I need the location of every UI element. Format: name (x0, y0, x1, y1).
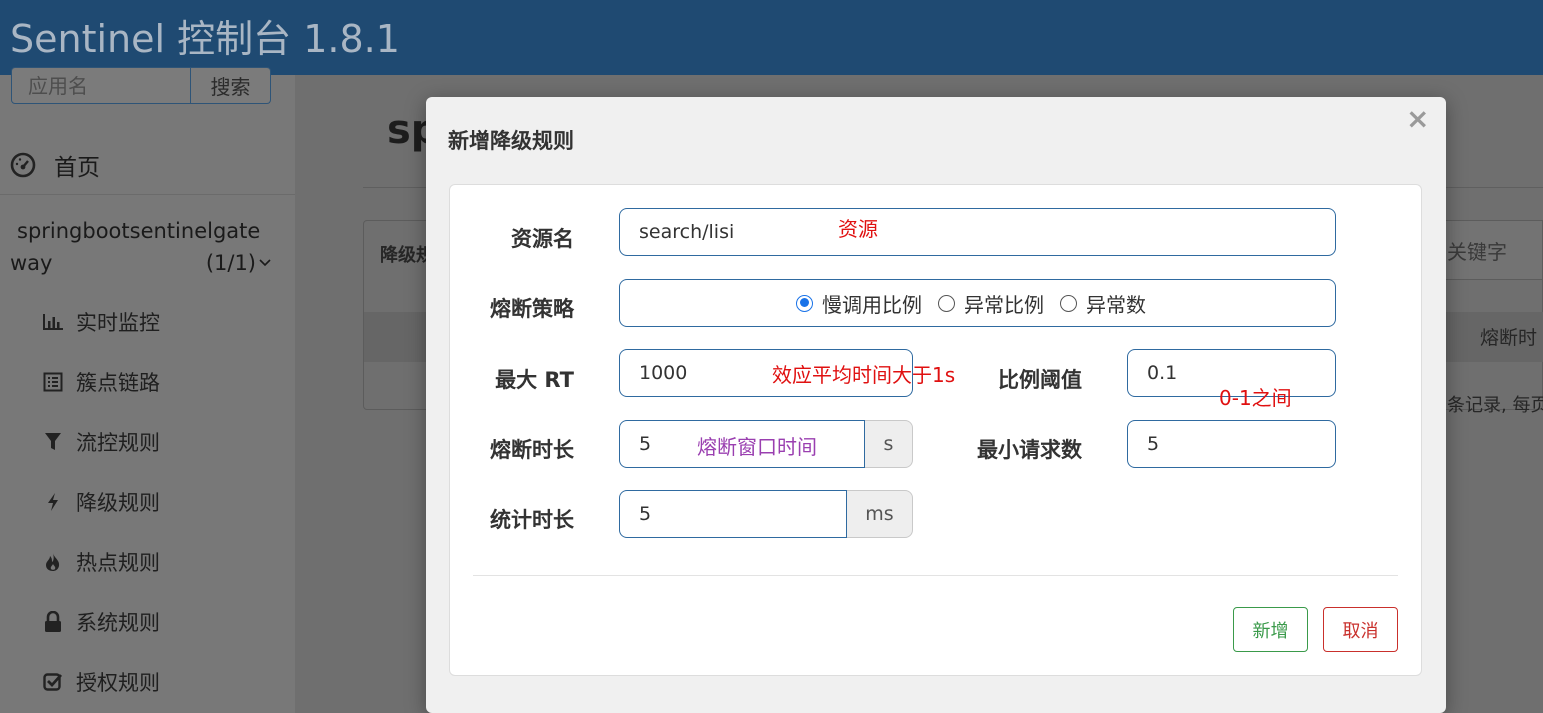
dialog-form: 资源名 search/lisi 资源 熔断策略 慢调用比例 异常比例 异常数 最… (449, 184, 1422, 676)
cancel-button[interactable]: 取消 (1323, 607, 1398, 652)
filter-icon (42, 431, 64, 453)
app-search: 搜索 (11, 67, 271, 104)
app-search-input[interactable] (11, 67, 191, 104)
annotation-resource: 资源 (838, 217, 878, 241)
sidebar-item-flow-rules[interactable]: 流控规则 (42, 422, 160, 462)
sidebar-item-label: 系统规则 (76, 611, 160, 635)
sidebar-item-label: 热点规则 (76, 551, 160, 575)
sidebar-item-realtime-monitor[interactable]: 实时监控 (42, 302, 160, 342)
stat-duration-input[interactable]: 5 (619, 490, 847, 538)
app-name-line2: way (10, 251, 53, 275)
circuit-duration-unit: s (865, 420, 913, 468)
sidebar-item-cluster-link[interactable]: 簇点链路 (42, 362, 160, 402)
app-name-line1: springbootsentinelgate (17, 219, 261, 243)
sidebar-item-label: 流控规则 (76, 431, 160, 455)
strategy-option-error-ratio[interactable]: 异常比例 (938, 289, 1044, 318)
stat-duration-group: 5 ms (619, 490, 913, 538)
sidebar-item-hotspot-rules[interactable]: 热点规则 (42, 542, 160, 582)
check-square-icon (42, 671, 64, 693)
annotation-circuit-duration: 熔断窗口时间 (697, 435, 817, 459)
list-icon (42, 371, 64, 393)
circuit-duration-label: 熔断时长 (490, 438, 574, 462)
radio-checked-icon (796, 294, 813, 312)
close-icon[interactable]: × (1406, 105, 1429, 133)
sidebar-item-label: 实时监控 (76, 311, 160, 335)
sidebar-item-home-label: 首页 (54, 154, 100, 181)
ratio-threshold-label: 比例阈值 (998, 368, 1082, 392)
table-column-header: 熔断时 (1480, 327, 1538, 349)
form-divider (473, 575, 1398, 576)
sidebar: 搜索 首页 springbootsentinelgate way (1/1) (0, 67, 295, 713)
sidebar-item-system-rules[interactable]: 系统规则 (42, 602, 160, 642)
bolt-icon (42, 491, 64, 513)
sidebar-item-auth-rules[interactable]: 授权规则 (42, 662, 160, 702)
app-selector[interactable]: springbootsentinelgate way (1/1) (10, 215, 272, 279)
stat-duration-unit: ms (847, 490, 913, 538)
min-requests-label: 最小请求数 (977, 438, 1082, 462)
bar-chart-icon (42, 311, 64, 333)
sidebar-item-label: 降级规则 (76, 491, 160, 515)
resource-input[interactable]: search/lisi (619, 208, 1336, 256)
radio-label: 慢调用比例 (822, 292, 922, 317)
lock-icon (42, 611, 64, 633)
app-header: Sentinel 控制台 1.8.1 (0, 0, 1543, 75)
fire-icon (42, 551, 64, 573)
strategy-label: 熔断策略 (490, 297, 574, 321)
sidebar-item-degrade-rules[interactable]: 降级规则 (42, 482, 160, 522)
stat-duration-label: 统计时长 (490, 508, 574, 532)
radio-label: 异常数 (1086, 292, 1146, 317)
max-rt-label: 最大 RT (495, 368, 574, 392)
app-search-button[interactable]: 搜索 (191, 67, 271, 104)
radio-unchecked-icon (938, 294, 955, 312)
resource-label: 资源名 (511, 227, 574, 251)
app-machine-count: (1/1) (205, 251, 256, 275)
sidebar-item-label: 授权规则 (76, 671, 160, 695)
radio-unchecked-icon (1060, 294, 1077, 312)
strategy-option-error-count[interactable]: 异常数 (1060, 289, 1146, 318)
dialog-title: 新增降级规则 (448, 129, 574, 153)
sidebar-item-home[interactable]: 首页 (0, 135, 295, 195)
annotation-ratio-threshold: 0-1之间 (1219, 386, 1292, 410)
add-button[interactable]: 新增 (1233, 607, 1308, 652)
sidebar-item-label: 簇点链路 (76, 371, 160, 395)
annotation-max-rt: 效应平均时间大于1s (772, 363, 956, 387)
pagination-info: 条记录, 每页 (1447, 395, 1543, 416)
app-title: Sentinel 控制台 1.8.1 (10, 17, 400, 61)
strategy-radio-group: 慢调用比例 异常比例 异常数 (619, 279, 1336, 327)
radio-label: 异常比例 (964, 292, 1044, 317)
keyword-search-input[interactable]: 关键字 (1434, 220, 1543, 280)
min-requests-input[interactable]: 5 (1127, 420, 1336, 468)
chevron-down-icon (259, 259, 271, 267)
strategy-option-slow-ratio[interactable]: 慢调用比例 (796, 289, 922, 318)
dashboard-icon (10, 152, 36, 177)
add-degrade-rule-dialog: 新增降级规则 × 资源名 search/lisi 资源 熔断策略 慢调用比例 异… (426, 97, 1446, 713)
